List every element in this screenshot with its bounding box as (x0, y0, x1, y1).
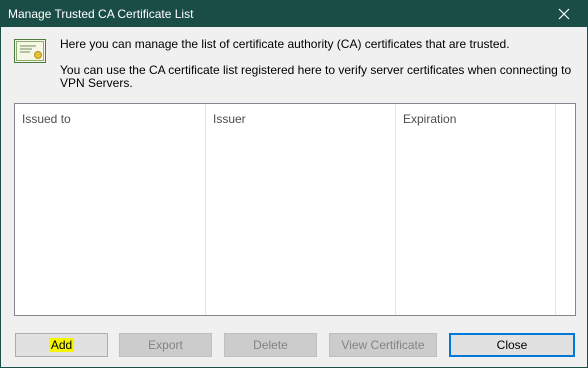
export-button[interactable]: Export (119, 333, 212, 357)
view-certificate-button-label: View Certificate (341, 338, 425, 352)
add-button-label: Add (48, 338, 75, 352)
add-button[interactable]: Add (15, 333, 108, 357)
view-certificate-button[interactable]: View Certificate (329, 333, 437, 357)
column-issued-to: Issued to (15, 104, 206, 315)
column-issuer: Issuer (206, 104, 396, 315)
info-text-manage: Here you can manage the list of certific… (60, 37, 510, 51)
column-header-expiration[interactable]: Expiration (403, 112, 456, 126)
column-header-issued-to[interactable]: Issued to (22, 112, 71, 126)
column-expiration: Expiration (396, 104, 556, 315)
certificate-icon (14, 39, 46, 63)
delete-button-label: Delete (253, 338, 288, 352)
window-title: Manage Trusted CA Certificate List (8, 7, 194, 21)
certificate-list[interactable]: Issued to Issuer Expiration (14, 103, 576, 316)
close-button[interactable]: Close (449, 333, 575, 357)
info-text-verify: You can use the CA certificate list regi… (60, 63, 572, 90)
export-button-label: Export (148, 338, 183, 352)
delete-button[interactable]: Delete (224, 333, 317, 357)
title-bar[interactable]: Manage Trusted CA Certificate List (1, 1, 587, 27)
close-icon[interactable] (541, 1, 587, 27)
manage-ca-dialog: Manage Trusted CA Certificate List Here … (0, 0, 588, 368)
close-button-label: Close (496, 338, 528, 352)
column-header-issuer[interactable]: Issuer (213, 112, 246, 126)
